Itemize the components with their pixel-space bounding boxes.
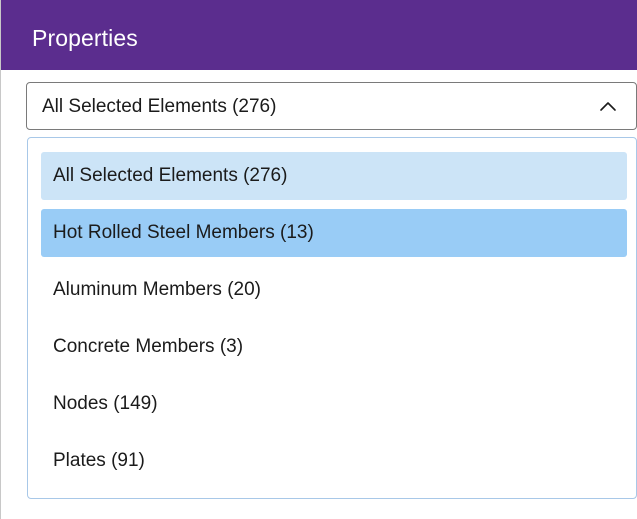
panel-title: Properties [32, 25, 138, 51]
element-filter-dropdown: All Selected Elements (276) Hot Rolled S… [27, 137, 637, 499]
chevron-up-icon[interactable] [598, 97, 618, 117]
element-filter-select[interactable]: All Selected Elements (276) [26, 82, 637, 130]
option-all-selected-elements[interactable]: All Selected Elements (276) [41, 152, 627, 200]
select-value: All Selected Elements (276) [42, 96, 277, 117]
option-label: Aluminum Members (20) [53, 279, 261, 300]
option-hot-rolled-steel-members[interactable]: Hot Rolled Steel Members (13) [41, 209, 627, 257]
option-label: Nodes (149) [53, 393, 158, 414]
option-label: Concrete Members (3) [53, 336, 244, 357]
option-aluminum-members[interactable]: Aluminum Members (20) [41, 266, 627, 314]
option-plates[interactable]: Plates (91) [41, 437, 627, 485]
option-label: Plates (91) [53, 450, 145, 471]
option-label: Hot Rolled Steel Members (13) [53, 222, 314, 243]
option-nodes[interactable]: Nodes (149) [41, 380, 627, 428]
properties-panel: Properties All Selected Elements (276) A… [0, 0, 637, 519]
panel-header: Properties [1, 0, 637, 70]
option-concrete-members[interactable]: Concrete Members (3) [41, 323, 627, 371]
option-label: All Selected Elements (276) [53, 165, 288, 186]
